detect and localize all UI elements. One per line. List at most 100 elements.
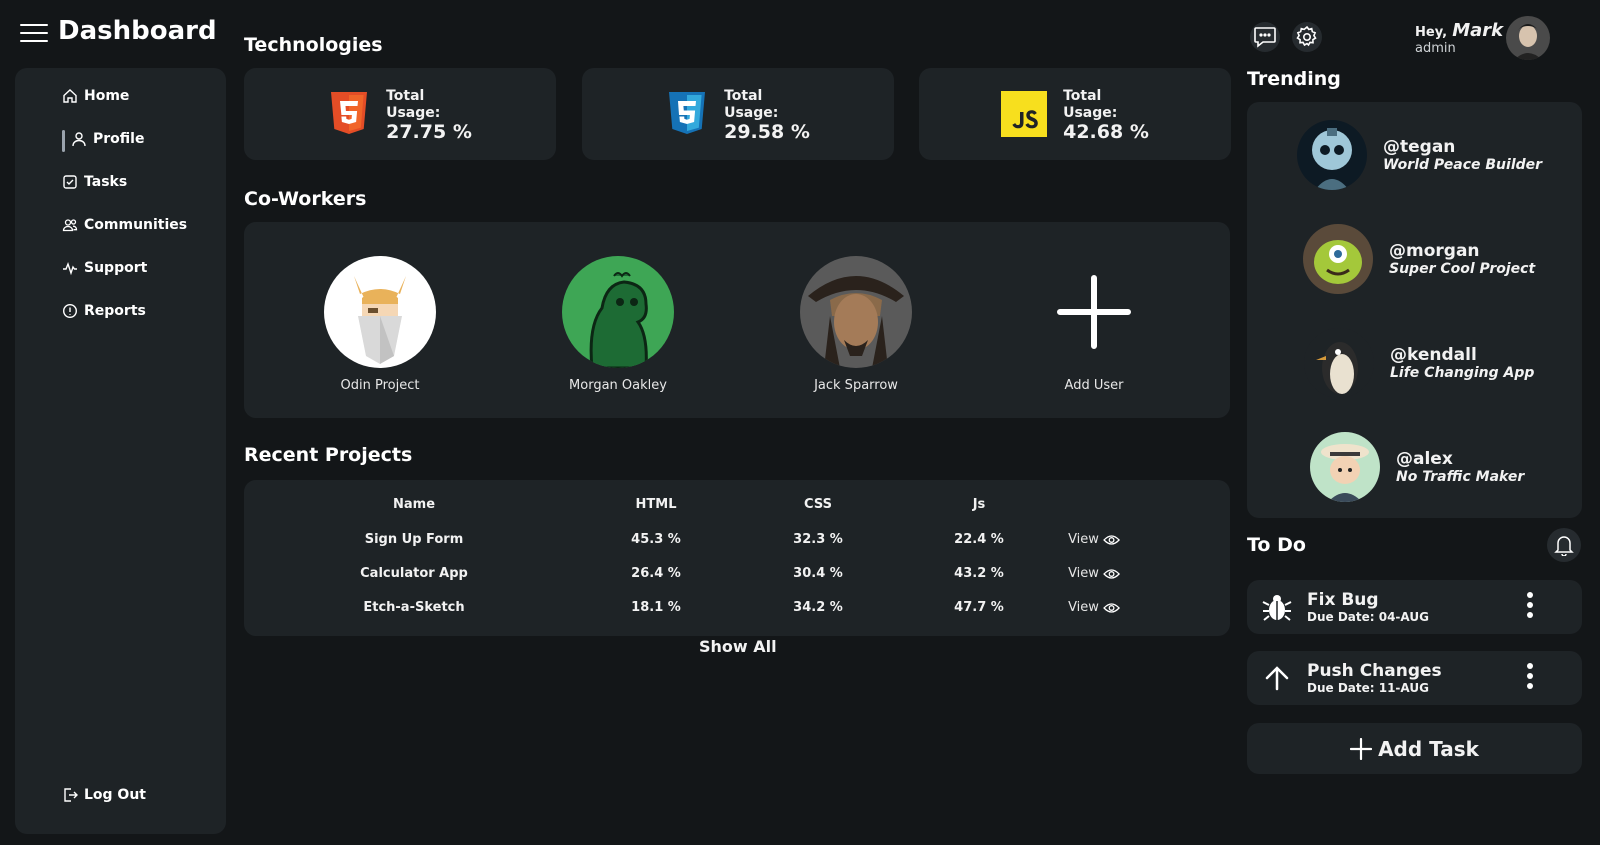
add-user-button[interactable]: Add User bbox=[1014, 256, 1174, 393]
menu-icon[interactable] bbox=[20, 24, 48, 44]
todo-title: To Do bbox=[1247, 534, 1306, 556]
todo-due-date: Due Date: 04-AUG bbox=[1307, 610, 1429, 624]
column-header: CSS bbox=[804, 497, 832, 512]
css3-icon bbox=[669, 92, 706, 134]
js-percent: 43.2 % bbox=[954, 566, 1004, 581]
more-options-icon[interactable] bbox=[1526, 663, 1534, 693]
table-row: Sign Up Form 45.3 % 32.3 % 22.4 % View bbox=[244, 532, 1230, 556]
sidebar-item-home[interactable]: Home bbox=[62, 88, 129, 104]
chat-button[interactable] bbox=[1250, 22, 1280, 52]
sidebar-item-tasks[interactable]: Tasks bbox=[62, 174, 127, 190]
trending-project: Super Cool Project bbox=[1389, 261, 1536, 277]
notifications-button[interactable] bbox=[1547, 528, 1581, 562]
table-header: Name HTML CSS Js bbox=[244, 497, 1230, 521]
project-name: Etch-a-Sketch bbox=[363, 600, 465, 615]
avatar bbox=[1304, 328, 1374, 398]
sidebar-item-label: Communities bbox=[84, 217, 188, 233]
eye-icon bbox=[1103, 534, 1120, 545]
add-user-label: Add User bbox=[1064, 378, 1124, 393]
user-greeting: Hey, Mark admin bbox=[1415, 20, 1503, 56]
avatar bbox=[800, 256, 912, 368]
checkbox-icon bbox=[63, 175, 77, 189]
technologies-title: Technologies bbox=[244, 34, 383, 56]
eye-icon bbox=[1103, 568, 1120, 579]
view-button[interactable]: View bbox=[1068, 532, 1120, 547]
todo-item[interactable]: Push Changes Due Date: 11-AUG bbox=[1247, 651, 1582, 705]
users-icon bbox=[62, 219, 78, 232]
sidebar-item-profile[interactable]: Profile bbox=[71, 131, 144, 147]
avatar bbox=[1303, 224, 1373, 294]
trending-project: World Peace Builder bbox=[1383, 157, 1543, 173]
add-task-button[interactable]: Add Task bbox=[1247, 723, 1582, 774]
avatar bbox=[1310, 432, 1380, 502]
arrow-up-icon bbox=[1265, 666, 1289, 691]
add-task-label: Add Task bbox=[1378, 736, 1479, 761]
plus-icon bbox=[1350, 737, 1373, 760]
active-indicator bbox=[62, 130, 65, 152]
pulse-icon bbox=[63, 261, 77, 276]
todo-title: Push Changes bbox=[1307, 661, 1442, 681]
tech-value: 29.58 % bbox=[724, 120, 810, 143]
coworkers-title: Co-Workers bbox=[244, 188, 367, 210]
show-all-button[interactable]: Show All bbox=[699, 637, 777, 656]
eye-icon bbox=[1103, 602, 1120, 613]
trending-handle: @morgan bbox=[1389, 241, 1480, 261]
user-name: Mark bbox=[1452, 20, 1504, 41]
js-percent: 22.4 % bbox=[954, 532, 1004, 547]
coworker-card[interactable]: Jack Sparrow bbox=[776, 256, 936, 393]
logout-button[interactable]: Log Out bbox=[62, 787, 146, 803]
tech-card-html: Total Usage: 27.75 % bbox=[244, 68, 556, 160]
tech-card-css: Total Usage: 29.58 % bbox=[582, 68, 894, 160]
trending-item[interactable]: @alex No Traffic Maker bbox=[1310, 432, 1524, 502]
avatar bbox=[1297, 120, 1367, 190]
view-label: View bbox=[1068, 566, 1099, 581]
coworker-card[interactable]: Odin Project bbox=[300, 256, 460, 393]
table-row: Etch-a-Sketch 18.1 % 34.2 % 47.7 % View bbox=[244, 600, 1230, 624]
trending-handle: @kendall bbox=[1390, 345, 1477, 365]
app-title: Dashboard bbox=[58, 16, 217, 46]
view-label: View bbox=[1068, 532, 1099, 547]
avatar bbox=[562, 256, 674, 368]
chat-icon bbox=[1254, 27, 1276, 48]
html-percent: 26.4 % bbox=[631, 566, 681, 581]
coworker-card[interactable]: Morgan Oakley bbox=[538, 256, 698, 393]
user-icon bbox=[72, 132, 86, 147]
trending-item[interactable]: @tegan World Peace Builder bbox=[1297, 120, 1542, 190]
user-role: admin bbox=[1415, 41, 1456, 56]
plus-icon bbox=[1038, 256, 1150, 368]
tech-label: Total Usage: bbox=[1063, 87, 1118, 121]
view-label: View bbox=[1068, 600, 1099, 615]
sidebar-item-reports[interactable]: Reports bbox=[62, 303, 146, 319]
column-header: HTML bbox=[635, 497, 677, 512]
column-header: Name bbox=[392, 497, 436, 512]
trending-panel: @tegan World Peace Builder @morgan Super… bbox=[1247, 102, 1582, 518]
tech-value: 42.68 % bbox=[1063, 120, 1149, 143]
alert-circle-icon bbox=[62, 303, 78, 319]
sidebar-item-support[interactable]: Support bbox=[62, 260, 147, 276]
project-name: Sign Up Form bbox=[364, 532, 464, 547]
sidebar-item-label: Tasks bbox=[84, 174, 128, 190]
sidebar-item-communities[interactable]: Communities bbox=[62, 217, 187, 233]
view-button[interactable]: View bbox=[1068, 600, 1120, 615]
sidebar-item-label: Home bbox=[84, 88, 130, 104]
trending-item[interactable]: @kendall Life Changing App bbox=[1304, 328, 1534, 398]
js-percent: 47.7 % bbox=[954, 600, 1004, 615]
settings-button[interactable] bbox=[1292, 22, 1322, 52]
greeting-text: Hey, bbox=[1415, 25, 1448, 40]
trending-item[interactable]: @morgan Super Cool Project bbox=[1303, 224, 1535, 294]
avatar bbox=[324, 256, 436, 368]
table-row: Calculator App 26.4 % 30.4 % 43.2 % View bbox=[244, 566, 1230, 590]
column-header: Js bbox=[972, 497, 986, 512]
coworker-name: Jack Sparrow bbox=[814, 378, 898, 393]
html5-icon bbox=[331, 92, 368, 134]
logout-label: Log Out bbox=[84, 787, 146, 803]
more-options-icon[interactable] bbox=[1526, 592, 1534, 622]
sidebar-item-label: Support bbox=[84, 260, 148, 276]
javascript-icon bbox=[1001, 91, 1048, 137]
sidebar-item-label: Profile bbox=[93, 131, 145, 147]
view-button[interactable]: View bbox=[1068, 566, 1120, 581]
todo-due-date: Due Date: 11-AUG bbox=[1307, 681, 1429, 695]
trending-handle: @alex bbox=[1396, 449, 1453, 469]
avatar[interactable] bbox=[1506, 16, 1550, 60]
todo-item[interactable]: Fix Bug Due Date: 04-AUG bbox=[1247, 580, 1582, 634]
